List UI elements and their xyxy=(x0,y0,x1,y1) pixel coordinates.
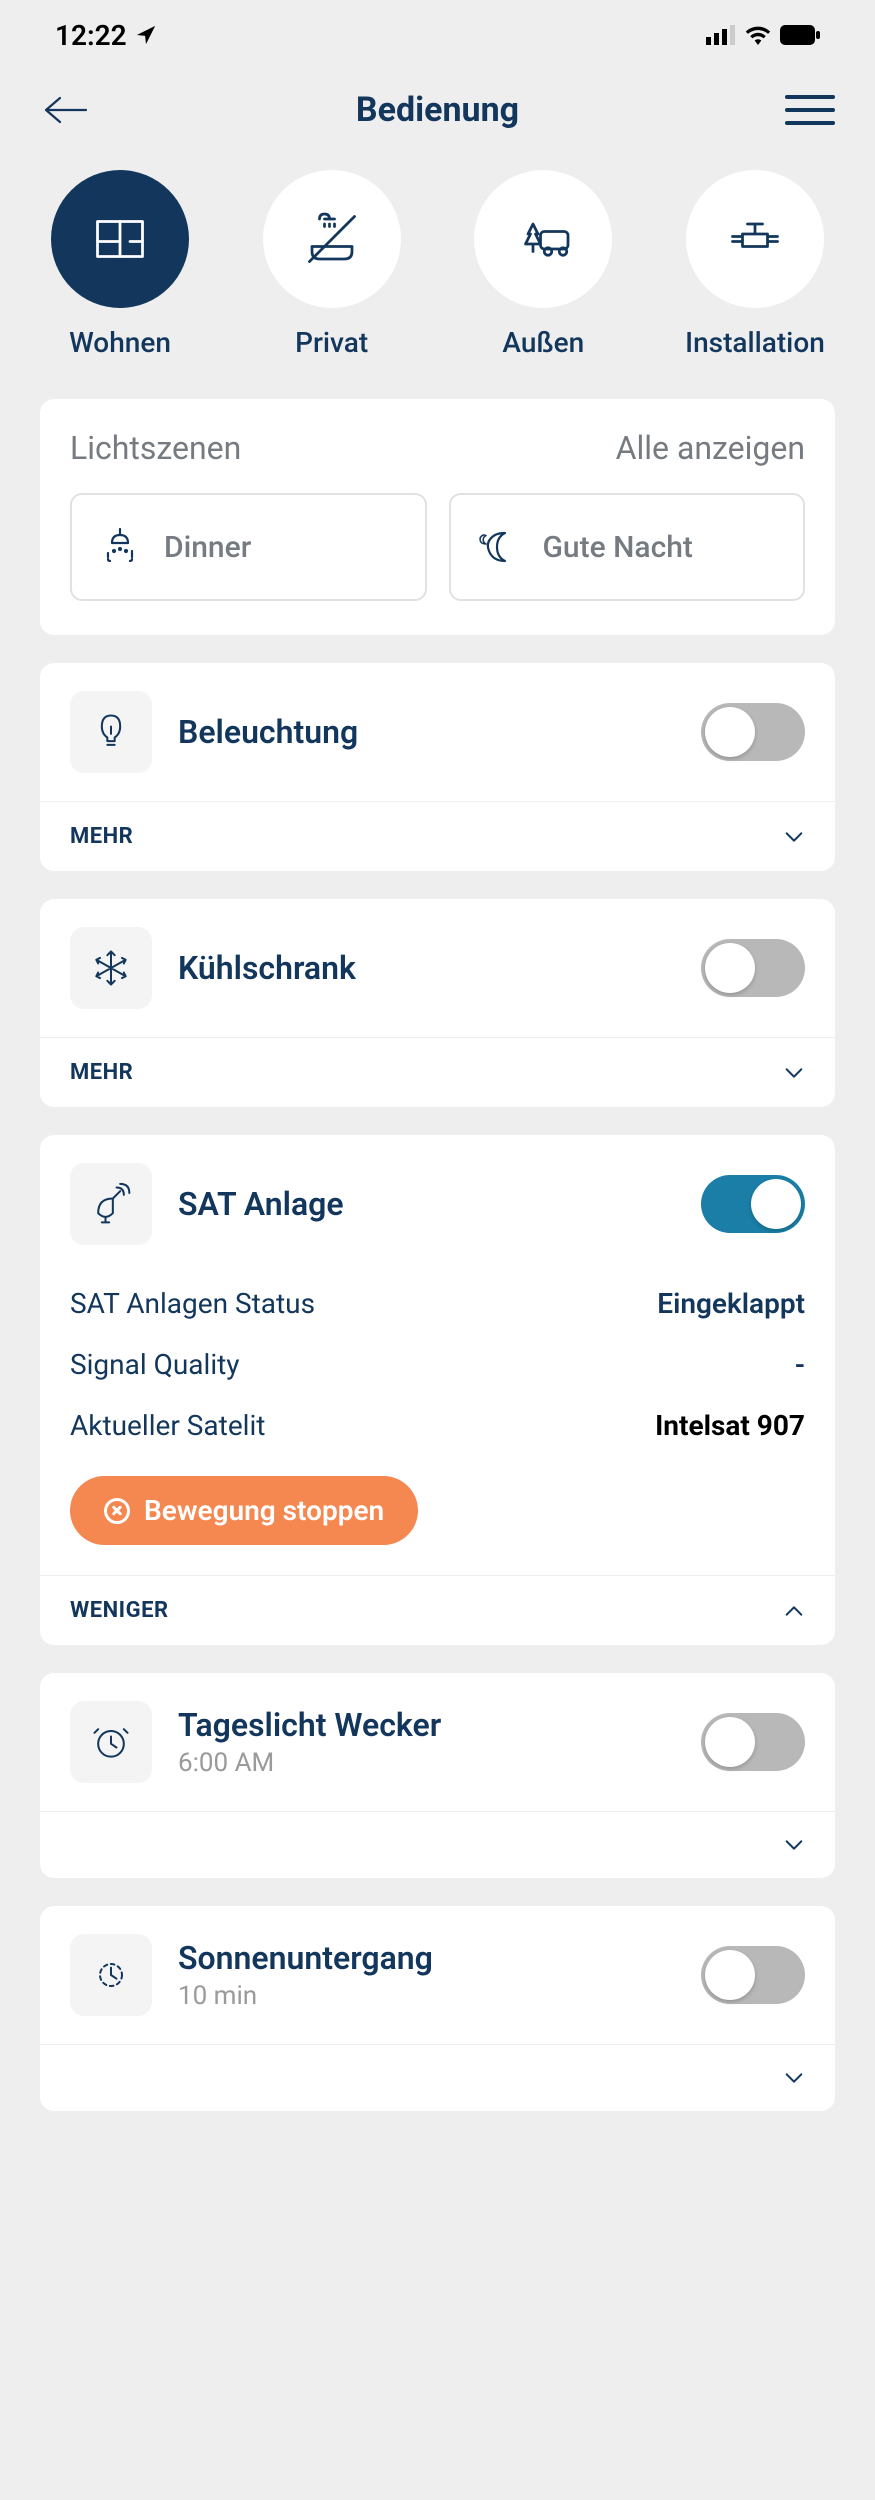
stop-button-label: Bewegung stoppen xyxy=(144,1494,384,1527)
category-label: Außen xyxy=(502,326,584,359)
category-aussen[interactable]: Außen xyxy=(468,170,618,359)
lighting-card: Beleuchtung MEHR xyxy=(40,663,835,871)
lighting-expand[interactable]: MEHR xyxy=(40,801,835,871)
sunset-subtitle: 10 min xyxy=(178,1981,675,2011)
floor-plan-icon xyxy=(90,209,150,269)
scenes-all-link[interactable]: Alle anzeigen xyxy=(616,429,805,467)
category-label: Installation xyxy=(685,326,825,359)
category-label: Wohnen xyxy=(69,326,171,359)
sat-satellite-row: Aktueller Satelit Intelsat 907 xyxy=(40,1395,835,1456)
sat-signal-row: Signal Quality - xyxy=(40,1334,835,1395)
bulb-icon xyxy=(70,691,152,773)
expand-more-label: MEHR xyxy=(70,824,133,849)
chevron-down-icon xyxy=(783,826,805,848)
tree-camper-icon xyxy=(513,209,573,269)
scene-label: Gute Nacht xyxy=(543,530,693,565)
category-wohnen[interactable]: Wohnen xyxy=(45,170,195,359)
chevron-up-icon xyxy=(783,1600,805,1622)
fridge-toggle[interactable] xyxy=(701,939,805,997)
lighting-title: Beleuchtung xyxy=(178,713,675,751)
category-label: Privat xyxy=(295,326,368,359)
battery-icon xyxy=(780,25,820,45)
chevron-down-icon xyxy=(783,1834,805,1856)
back-button[interactable] xyxy=(40,90,90,130)
page-title: Bedienung xyxy=(356,90,519,130)
alarm-title: Tageslicht Wecker xyxy=(178,1706,675,1744)
sat-toggle[interactable] xyxy=(701,1175,805,1233)
detail-value: Eingeklappt xyxy=(657,1287,805,1320)
detail-label: Signal Quality xyxy=(70,1348,240,1381)
close-circle-icon xyxy=(104,1498,130,1524)
cell-signal-icon xyxy=(706,25,736,45)
fridge-card: Kühlschrank MEHR xyxy=(40,899,835,1107)
detail-label: SAT Anlagen Status xyxy=(70,1287,315,1320)
category-installation[interactable]: Installation xyxy=(680,170,830,359)
category-privat[interactable]: Privat xyxy=(257,170,407,359)
fridge-title: Kühlschrank xyxy=(178,949,675,987)
scene-gute-nacht[interactable]: Gute Nacht xyxy=(449,493,806,601)
scene-dinner[interactable]: Dinner xyxy=(70,493,427,601)
sunset-toggle[interactable] xyxy=(701,1946,805,2004)
detail-label: Aktueller Satelit xyxy=(70,1409,265,1442)
alarm-subtitle: 6:00 AM xyxy=(178,1748,675,1778)
sunset-timer-icon xyxy=(70,1934,152,2016)
expand-more-label: MEHR xyxy=(70,1060,133,1085)
sunset-title: Sonnenuntergang xyxy=(178,1939,675,1977)
sunset-expand[interactable] xyxy=(40,2044,835,2111)
sunset-card: Sonnenuntergang 10 min xyxy=(40,1906,835,2111)
moon-icon xyxy=(475,523,523,571)
valve-icon xyxy=(725,209,785,269)
lighting-toggle[interactable] xyxy=(701,703,805,761)
location-arrow-icon xyxy=(135,24,157,46)
shower-bath-icon xyxy=(302,209,362,269)
category-row: Wohnen Privat Außen Installation xyxy=(0,160,875,399)
sat-card: SAT Anlage SAT Anlagen Status Eingeklapp… xyxy=(40,1135,835,1645)
dinner-lamp-icon xyxy=(96,523,144,571)
expand-less-label: WENIGER xyxy=(70,1598,169,1623)
alarm-card: Tageslicht Wecker 6:00 AM xyxy=(40,1673,835,1878)
menu-button[interactable] xyxy=(785,90,835,130)
detail-value: Intelsat 907 xyxy=(655,1409,805,1442)
alarm-expand[interactable] xyxy=(40,1811,835,1878)
satellite-dish-icon xyxy=(70,1163,152,1245)
status-bar: 12:22 xyxy=(0,0,875,70)
sat-collapse[interactable]: WENIGER xyxy=(40,1575,835,1645)
sat-status-row: SAT Anlagen Status Eingeklappt xyxy=(40,1273,835,1334)
alarm-clock-icon xyxy=(70,1701,152,1783)
chevron-down-icon xyxy=(783,1062,805,1084)
snowflake-icon xyxy=(70,927,152,1009)
sat-title: SAT Anlage xyxy=(178,1185,675,1223)
wifi-icon xyxy=(744,25,772,45)
scene-label: Dinner xyxy=(164,530,251,565)
detail-value: - xyxy=(795,1348,805,1381)
nav-bar: Bedienung xyxy=(0,70,875,160)
scenes-card: Lichtszenen Alle anzeigen Dinner Gute Na… xyxy=(40,399,835,635)
scenes-title: Lichtszenen xyxy=(70,429,241,467)
stop-movement-button[interactable]: Bewegung stoppen xyxy=(70,1476,418,1545)
chevron-down-icon xyxy=(783,2067,805,2089)
fridge-expand[interactable]: MEHR xyxy=(40,1037,835,1107)
alarm-toggle[interactable] xyxy=(701,1713,805,1771)
status-time: 12:22 xyxy=(55,19,127,52)
